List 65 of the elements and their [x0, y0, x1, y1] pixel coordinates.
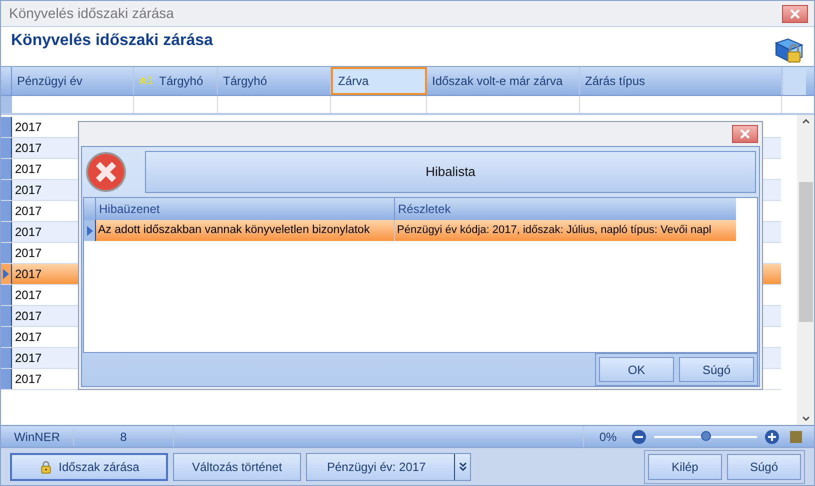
row-selector[interactable]: [1, 180, 12, 200]
error-list-title: Hibalista: [145, 151, 756, 193]
row-selector[interactable]: [1, 264, 12, 284]
status-square-icon: [790, 430, 802, 442]
table-cell-text: 2017: [14, 245, 43, 262]
scroll-thumb[interactable]: [798, 182, 812, 322]
scroll-up-icon[interactable]: [802, 119, 810, 124]
table-cell-text: 2017: [14, 266, 43, 283]
footer-button[interactable]: Változás történet: [173, 452, 301, 480]
header-corner: [782, 67, 806, 95]
table-cell-text: 2017: [14, 350, 43, 367]
window-title: Könyvelés időszaki zárása: [9, 4, 174, 23]
table-cell-text: 2017: [14, 308, 43, 325]
row-selector[interactable]: [1, 243, 12, 263]
year-dropdown[interactable]: Pénzügyi év: 2017: [306, 452, 471, 480]
table-cell-text: 2017: [14, 287, 43, 304]
dialog-close-button[interactable]: [732, 125, 758, 143]
padlock-icon: [38, 460, 53, 474]
close-icon: [740, 129, 750, 139]
row-selector[interactable]: [1, 222, 12, 242]
dialog-button[interactable]: Súgó: [679, 357, 754, 382]
scroll-down-icon[interactable]: [802, 416, 810, 421]
table-cell-text: 2017: [14, 119, 43, 136]
footer-button[interactable]: Időszak zárása: [10, 452, 168, 480]
row-selector[interactable]: [1, 201, 12, 221]
row-selector[interactable]: [1, 348, 12, 368]
zoom-out-icon[interactable]: [632, 430, 646, 444]
scrollbar[interactable]: [797, 115, 814, 425]
row-selector[interactable]: [1, 117, 12, 137]
row-selector[interactable]: [1, 159, 12, 179]
row-selector[interactable]: [1, 138, 12, 158]
column-header[interactable]: Időszak volt-e már zárva: [427, 67, 580, 95]
table-cell: Az adott időszakban vannak könyveletlen bizonylatok: [96, 220, 395, 241]
column-header[interactable]: Zárva: [331, 67, 427, 95]
record-count: 8: [73, 428, 173, 446]
row-selector[interactable]: [1, 306, 12, 326]
table-cell-text: 2017: [14, 329, 43, 346]
row-pointer-icon: [3, 269, 9, 279]
column-header[interactable]: 1 Tárgyhó: [134, 67, 218, 95]
zoom-percent: 0%: [598, 428, 618, 446]
footer-button[interactable]: Súgó: [727, 454, 801, 480]
table-cell-text: 2017: [14, 161, 43, 178]
zoom-in-icon[interactable]: [765, 430, 779, 444]
row-selector[interactable]: [1, 327, 12, 347]
error-row[interactable]: Az adott időszakban vannak könyveletlen bizonylatok Pénzügyi év kódja: 2017, időszak: Július, napló típus: Vevői napl: [84, 220, 736, 241]
locked-book-icon: [774, 37, 804, 65]
column-header[interactable]: Részletek: [395, 198, 736, 220]
table-cell-text: Pénzügyi év kódja: 2017, időszak: Július, napló típus: Vevői napl: [396, 223, 712, 238]
row-selector[interactable]: [1, 369, 12, 389]
table-cell-text: 2017: [14, 224, 43, 241]
page-title: Könyvelés időszaki zárása: [11, 31, 213, 51]
column-header[interactable]: Pénzügyi év: [12, 67, 134, 95]
dialog-button[interactable]: OK: [599, 357, 674, 382]
app-name: WinNER: [12, 428, 61, 446]
row-selector[interactable]: [1, 285, 12, 305]
table-cell-text: 2017: [14, 182, 43, 199]
row-pointer-icon: [86, 226, 92, 236]
sort-indicator: 1: [139, 72, 154, 90]
close-button[interactable]: [782, 4, 808, 22]
close-icon: [790, 8, 800, 18]
table-cell-text: 2017: [14, 203, 43, 220]
table-cell-text: 2017: [14, 140, 43, 157]
footer-button[interactable]: Kilép: [648, 454, 722, 480]
table-cell-text: 2017: [14, 371, 43, 388]
error-icon: [85, 151, 127, 193]
